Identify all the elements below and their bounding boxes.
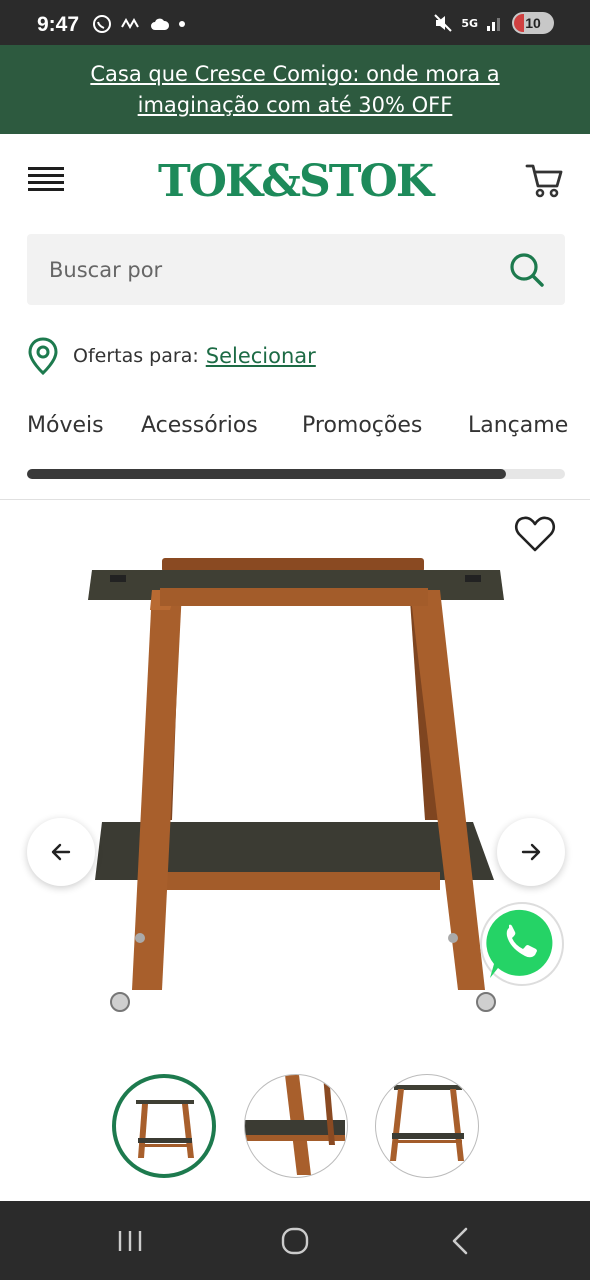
promo-banner: Casa que Cresce Comigo: onde mora a imag… [0,45,590,134]
search-icon[interactable] [507,250,547,290]
recent-apps-icon[interactable] [110,1221,150,1261]
cart-icon[interactable] [524,160,564,200]
back-icon[interactable] [440,1221,480,1261]
category-scrollbar[interactable] [27,469,565,479]
location-select-link[interactable]: Selecionar [206,344,316,368]
battery-indicator: 10 [512,12,554,34]
whatsapp-notification-icon [93,15,111,33]
status-time: 9:47 [37,13,80,36]
arrow-right-icon [521,843,541,861]
category-moveis[interactable]: Móveis [27,413,104,438]
next-image-button[interactable] [497,818,565,886]
search-bar [27,234,565,305]
mute-icon [434,14,453,32]
system-nav-bar [0,1201,590,1280]
home-icon[interactable] [275,1221,315,1261]
heart-icon[interactable] [514,515,556,553]
app-notification-icon [121,17,139,30]
cloud-icon [151,18,170,30]
thumbnail-image [136,1100,194,1158]
whatsapp-icon[interactable] [478,900,566,988]
category-acessorios[interactable]: Acessórios [141,413,258,438]
network-label: 5G [461,16,478,30]
brand-logo[interactable]: TOK&STOK [155,154,435,210]
promo-link[interactable]: Casa que Cresce Comigo: onde mora a imag… [60,59,530,121]
thumbnail-image [245,1075,345,1175]
header: TOK&STOK [0,134,590,229]
category-nav: Móveis Acessórios Promoções Lançame [0,405,590,455]
location-label: Ofertas para: [73,345,199,367]
arrow-left-icon [51,843,71,861]
signal-icon [487,18,500,31]
thumbnail-strip [0,1074,590,1184]
category-lancamentos[interactable]: Lançame [468,413,568,438]
category-promocoes[interactable]: Promoções [302,413,422,438]
status-right: 5G 10 [433,12,554,34]
location-selector: Ofertas para: Selecionar [27,336,316,376]
product-image [88,558,504,1012]
search-input[interactable] [27,234,497,305]
notification-icons [92,14,186,34]
product-gallery [0,500,590,1200]
menu-button[interactable] [28,167,64,193]
location-pin-icon [28,337,58,375]
previous-image-button[interactable] [27,818,95,886]
thumbnail-image [390,1085,464,1161]
thumbnail-2[interactable] [244,1074,348,1178]
status-bar: 9:47 5G 10 [0,0,590,45]
dot-icon [179,21,185,27]
thumbnail-1[interactable] [112,1074,216,1178]
scrollbar-thumb[interactable] [27,469,506,479]
thumbnail-3[interactable] [375,1074,479,1178]
